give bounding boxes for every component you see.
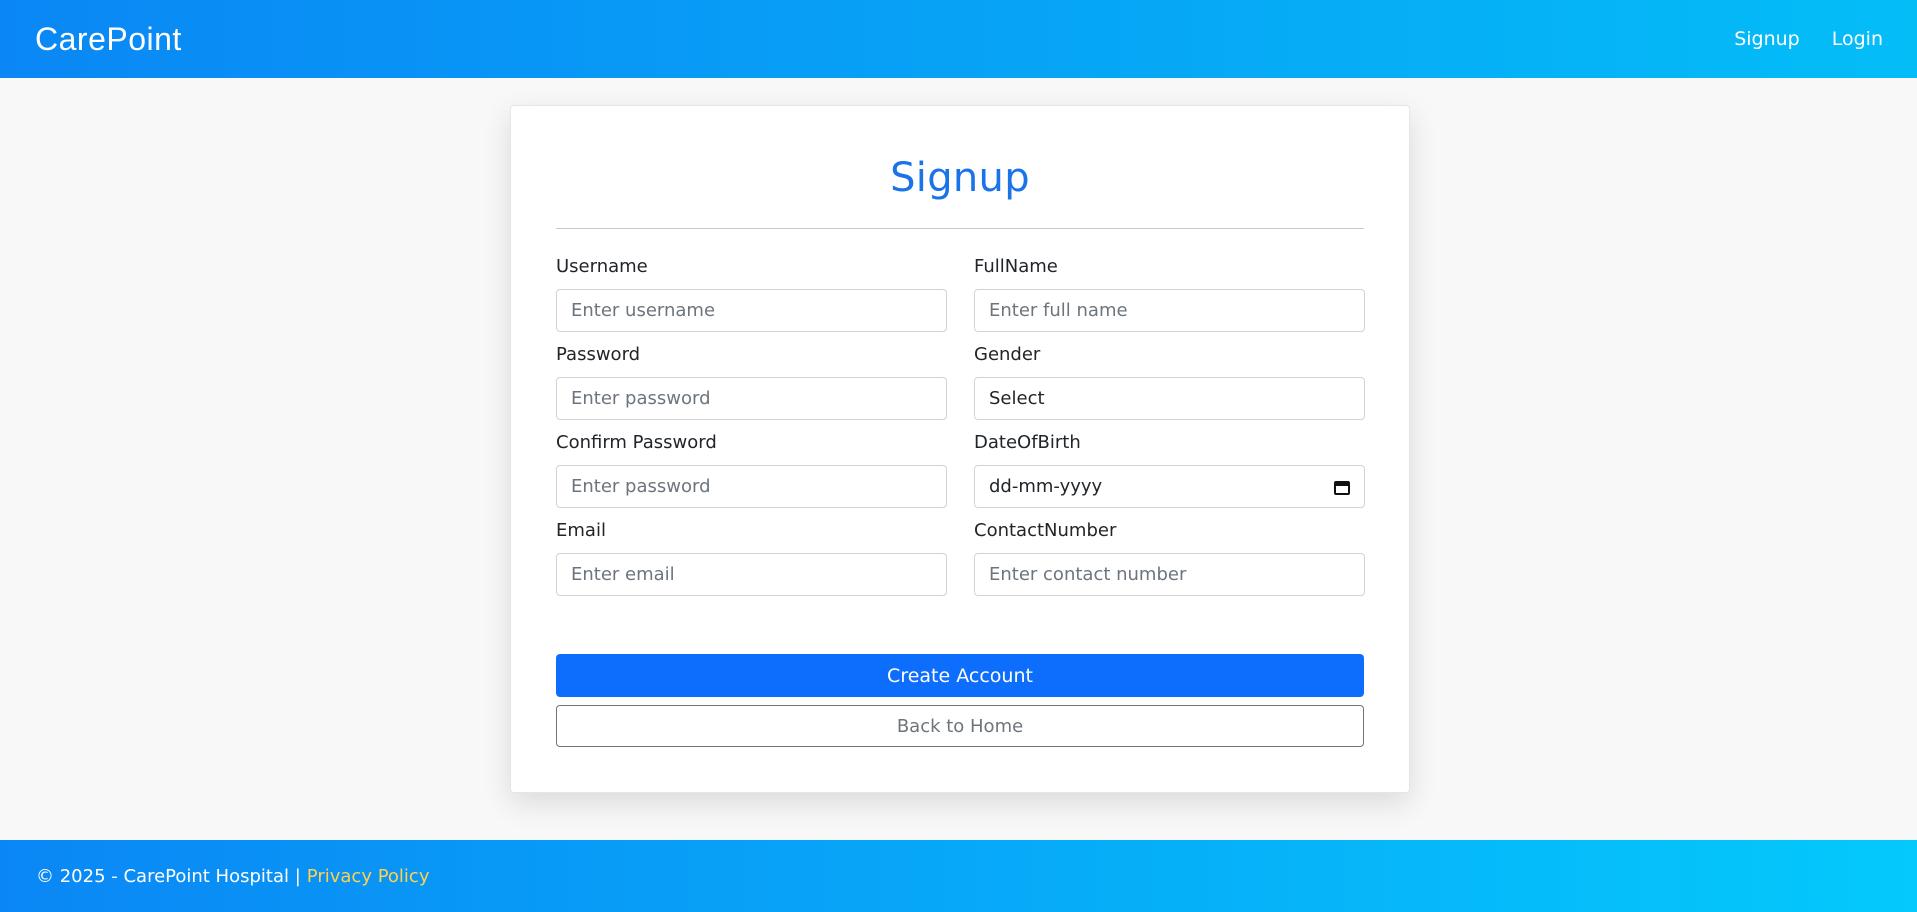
dob-label: DateOfBirth	[974, 432, 1081, 453]
username-group: Username	[556, 257, 947, 332]
fullname-group: FullName	[974, 257, 1365, 332]
fullname-label: FullName	[974, 256, 1058, 277]
nav-links: Signup Login	[1734, 28, 1883, 50]
password-input[interactable]	[556, 377, 947, 420]
username-label: Username	[556, 256, 648, 277]
gender-label: Gender	[974, 344, 1041, 365]
confirm-password-input[interactable]	[556, 465, 947, 508]
confirm-password-group: Confirm Password	[556, 433, 947, 508]
confirm-password-label: Confirm Password	[556, 432, 717, 453]
email-input[interactable]	[556, 553, 947, 596]
top-navbar: CarePoint Signup Login	[0, 0, 1917, 78]
nav-signup-link[interactable]: Signup	[1734, 28, 1800, 50]
footer-copyright: © 2025 - CarePoint Hospital |	[36, 865, 301, 887]
contact-label: ContactNumber	[974, 520, 1117, 541]
contact-group: ContactNumber	[974, 521, 1365, 596]
calendar-icon[interactable]	[1334, 479, 1350, 495]
email-group: Email	[556, 521, 947, 596]
privacy-policy-link[interactable]: Privacy Policy	[307, 866, 430, 887]
title-divider	[556, 228, 1364, 229]
gender-selected-value: Select	[989, 388, 1045, 409]
fullname-input[interactable]	[974, 289, 1365, 332]
username-input[interactable]	[556, 289, 947, 332]
page-title: Signup	[890, 155, 1030, 201]
gender-select[interactable]: Select	[974, 377, 1365, 420]
signup-form: Username FullName Password Gender Select…	[556, 257, 1365, 596]
signup-card: Signup Username FullName Password Gender…	[510, 105, 1410, 793]
dob-value: dd-mm-yyyy	[989, 476, 1103, 497]
password-group: Password	[556, 345, 947, 420]
create-account-button[interactable]: Create Account	[556, 654, 1364, 697]
email-label: Email	[556, 520, 606, 541]
password-label: Password	[556, 344, 641, 365]
nav-login-link[interactable]: Login	[1832, 28, 1883, 50]
dob-group: DateOfBirth dd-mm-yyyy	[974, 433, 1365, 508]
contact-input[interactable]	[974, 553, 1365, 596]
gender-group: Gender Select	[974, 345, 1365, 420]
page-footer: © 2025 - CarePoint Hospital | Privacy Po…	[0, 840, 1917, 912]
back-to-home-button[interactable]: Back to Home	[556, 705, 1364, 747]
brand-logo[interactable]: CarePoint	[35, 21, 182, 58]
dob-input[interactable]: dd-mm-yyyy	[974, 465, 1365, 508]
